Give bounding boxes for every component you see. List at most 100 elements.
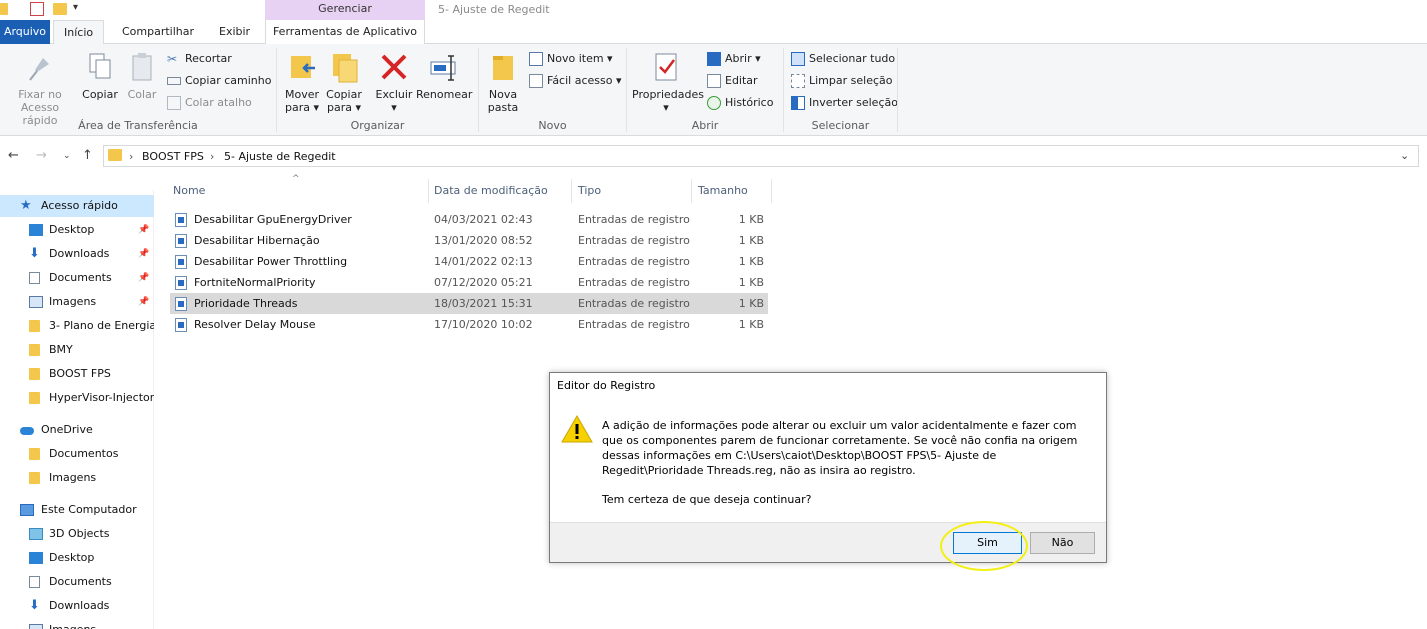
folder-icon	[29, 344, 40, 356]
contextual-tab-group: Gerenciar	[265, 0, 425, 20]
nav-quick-access[interactable]: ★ Acesso rápido	[0, 195, 154, 217]
column-separator[interactable]	[691, 179, 692, 203]
window-title: 5- Ajuste de Regedit	[438, 3, 550, 16]
breadcrumb-boost-fps[interactable]: BOOST FPS	[142, 150, 204, 163]
pin-icon	[29, 58, 49, 81]
rename-icon	[430, 55, 456, 81]
new-item-button[interactable]: Novo item ▾	[529, 50, 613, 68]
nav-pc-imagens[interactable]: Imagens	[0, 619, 154, 629]
group-label-clipboard: Área de Transferência	[78, 119, 198, 132]
nav-onedrive-imagens[interactable]: Imagens	[0, 467, 154, 489]
tab-arquivo[interactable]: Arquivo	[0, 20, 50, 44]
paste-button[interactable]: Colar	[124, 48, 160, 101]
nav-bmy[interactable]: BMY	[0, 339, 154, 361]
cut-button[interactable]: ✂ Recortar	[167, 50, 232, 68]
easy-access-button[interactable]: Fácil acesso ▾	[529, 72, 621, 90]
nav-desktop[interactable]: Desktop 📌	[0, 219, 154, 241]
new-folder-qat-icon[interactable]	[53, 3, 67, 15]
highlight-annotation	[940, 521, 1028, 571]
folder-icon	[29, 448, 40, 460]
file-row[interactable]: Desabilitar Power Throttling 14/01/2022 0…	[170, 251, 768, 272]
nav-onedrive[interactable]: OneDrive	[0, 419, 154, 441]
new-folder-button[interactable]: Nova pasta	[484, 48, 522, 114]
pictures-icon	[29, 296, 43, 308]
download-arrow-icon: ⬇	[29, 598, 40, 613]
nav-plano-energia[interactable]: 3- Plano de Energia	[0, 315, 154, 337]
select-all-button[interactable]: Selecionar tudo	[791, 50, 895, 68]
column-separator[interactable]	[428, 179, 429, 203]
dialog-question: Tem certeza de que deseja continuar?	[602, 493, 812, 506]
paste-shortcut-button[interactable]: Colar atalho	[167, 94, 252, 112]
column-separator[interactable]	[571, 179, 572, 203]
tab-inicio[interactable]: Início	[53, 20, 105, 45]
tab-ferramentas-aplicativo[interactable]: Ferramentas de Aplicativo	[265, 20, 425, 44]
properties-qat-icon[interactable]	[30, 2, 44, 16]
copy-to-button[interactable]: Copiar para ▾	[324, 48, 364, 114]
nav-hypervisor-injector[interactable]: HyperVisor-Injector	[0, 387, 154, 409]
tab-exibir[interactable]: Exibir	[209, 20, 260, 44]
column-header-date[interactable]: Data de modificação	[434, 184, 548, 204]
properties-button[interactable]: Propriedades ▾	[632, 48, 704, 114]
folder-icon	[29, 472, 40, 484]
paste-shortcut-icon	[167, 96, 181, 110]
address-dropdown-chevron-icon[interactable]: ⌄	[1400, 149, 1409, 162]
nav-3d-objects[interactable]: 3D Objects	[0, 523, 154, 545]
sort-ascending-icon: ^	[292, 174, 300, 184]
nav-this-pc[interactable]: Este Computador	[0, 499, 154, 521]
column-header-type[interactable]: Tipo	[578, 184, 601, 204]
column-header-name[interactable]: Nome	[173, 184, 205, 204]
no-button[interactable]: Não	[1030, 532, 1095, 554]
copy-path-button[interactable]: Copiar caminho	[167, 72, 271, 90]
file-row-selected[interactable]: Prioridade Threads 18/03/2021 15:31 Entrad…	[170, 293, 768, 314]
move-to-button[interactable]: Mover para ▾	[282, 48, 322, 114]
forward-arrow-icon[interactable]: →	[36, 148, 47, 163]
new-item-icon	[529, 52, 543, 66]
file-row[interactable]: Desabilitar Hibernação 13/01/2020 08:52 En…	[170, 230, 768, 251]
edit-button[interactable]: Editar	[707, 72, 758, 90]
file-row[interactable]: Resolver Delay Mouse 17/10/2020 10:02 Entr…	[170, 314, 768, 335]
nav-boost-fps[interactable]: BOOST FPS	[0, 363, 154, 385]
open-button[interactable]: Abrir ▾	[707, 50, 761, 68]
qat-customize-icon[interactable]: ▾	[73, 2, 78, 13]
column-separator[interactable]	[771, 179, 772, 203]
breadcrumb-ajuste-regedit[interactable]: 5- Ajuste de Regedit	[224, 150, 336, 163]
registry-file-icon	[175, 213, 187, 227]
folder-icon	[29, 392, 40, 404]
nav-pc-desktop[interactable]: Desktop	[0, 547, 154, 569]
select-none-button[interactable]: Limpar seleção	[791, 72, 892, 90]
star-icon: ★	[20, 198, 32, 213]
nav-imagens[interactable]: Imagens 📌	[0, 291, 154, 313]
pin-icon: 📌	[138, 297, 150, 307]
nav-onedrive-documentos[interactable]: Documentos	[0, 443, 154, 465]
desktop-icon	[29, 224, 43, 236]
breadcrumb-separator: ›	[129, 150, 134, 163]
history-button[interactable]: Histórico	[707, 94, 773, 112]
invert-selection-button[interactable]: Inverter seleção	[791, 94, 898, 112]
pin-quick-access-button[interactable]: Fixar no Acesso rápido	[2, 48, 78, 127]
breadcrumb-separator: ›	[210, 150, 215, 163]
up-arrow-icon[interactable]: ↑	[82, 148, 93, 163]
history-icon	[707, 96, 721, 110]
file-row[interactable]: FortniteNormalPriority 07/12/2020 05:21 En…	[170, 272, 768, 293]
nav-pc-downloads[interactable]: ⬇ Downloads	[0, 595, 154, 617]
copy-path-icon	[167, 77, 181, 85]
nav-pc-documents[interactable]: Documents	[0, 571, 154, 593]
column-header-size[interactable]: Tamanho	[698, 184, 748, 204]
document-icon	[29, 576, 40, 588]
tab-compartilhar[interactable]: Compartilhar	[112, 20, 204, 44]
group-label-select: Selecionar	[811, 119, 870, 132]
document-icon	[29, 272, 40, 284]
scissors-icon: ✂	[167, 52, 178, 66]
copy-icon	[89, 53, 111, 79]
nav-documents[interactable]: Documents 📌	[0, 267, 154, 289]
delete-button[interactable]: Excluir ▾	[374, 48, 414, 114]
back-arrow-icon[interactable]: ←	[8, 148, 19, 163]
rename-button[interactable]: Renomear	[416, 48, 472, 101]
nav-downloads[interactable]: ⬇ Downloads 📌	[0, 243, 154, 265]
recent-locations-chevron-icon[interactable]: ⌄	[63, 151, 71, 161]
registry-file-icon	[175, 297, 187, 311]
file-row[interactable]: Desabilitar GpuEnergyDriver 04/03/2021 02…	[170, 209, 768, 230]
3d-objects-icon	[29, 528, 43, 540]
copy-button[interactable]: Copiar	[80, 48, 120, 101]
computer-icon	[20, 504, 34, 516]
